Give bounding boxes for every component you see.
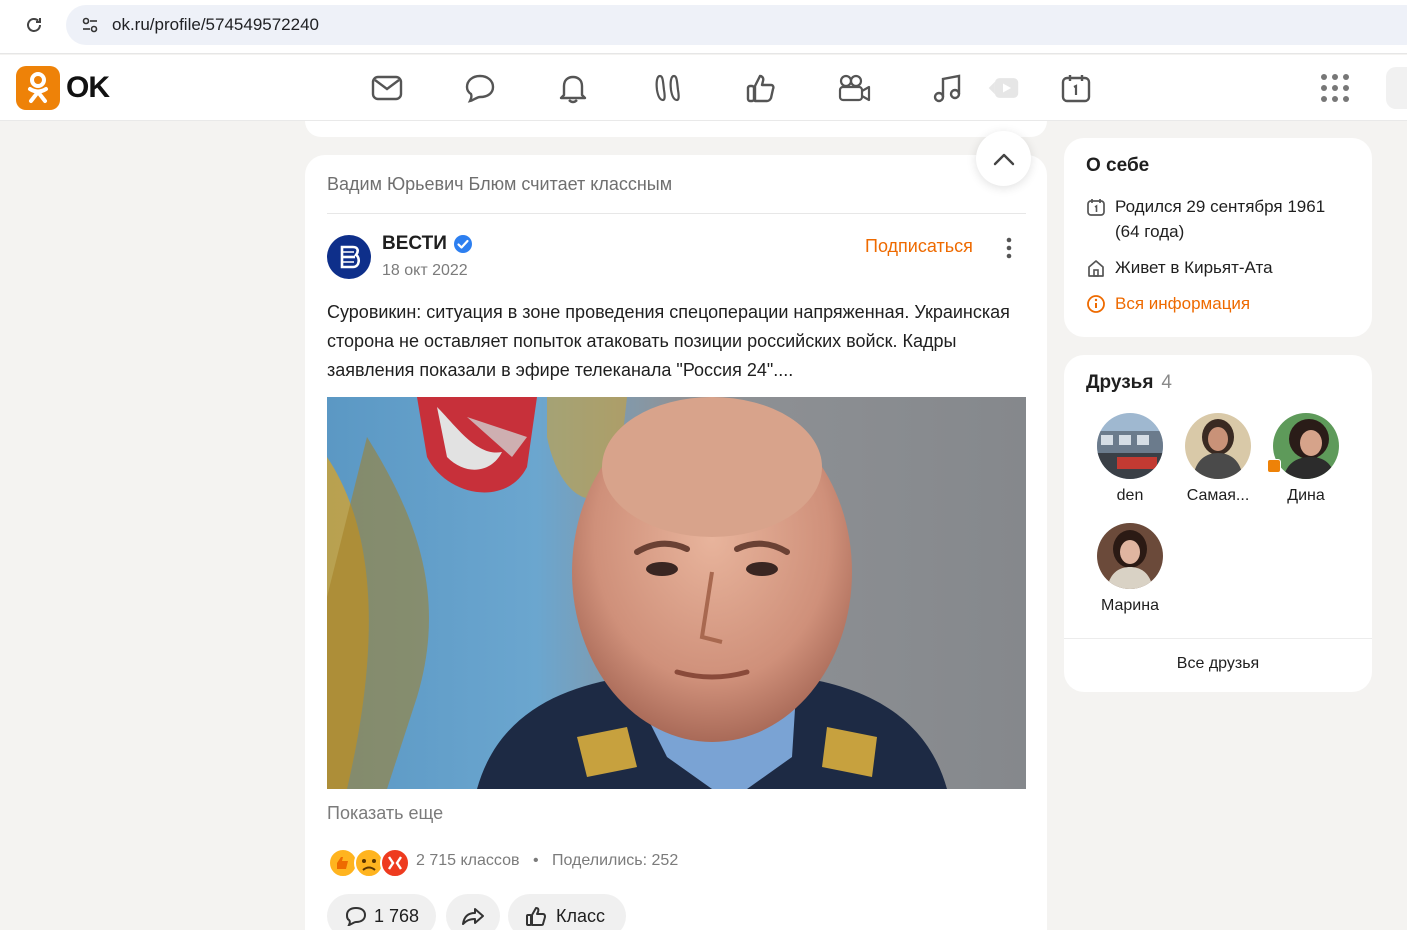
verified-badge-icon (453, 234, 473, 254)
share-button[interactable] (446, 894, 500, 930)
post-stats: 2 715 классов • Поделились: 252 (416, 852, 678, 870)
info-icon (1087, 295, 1105, 313)
friend-avatar[interactable] (1185, 413, 1251, 479)
friends-count: 4 (1161, 372, 1172, 393)
birth-info: Родился 29 сентября 1961 (64 года) (1086, 194, 1325, 244)
ok-logo[interactable]: OK (16, 66, 110, 110)
bell-icon[interactable] (556, 71, 590, 105)
reload-icon[interactable] (22, 13, 46, 37)
post-divider (327, 213, 1026, 214)
browser-toolbar: ok.ru/profile/574549572240 (0, 0, 1407, 54)
chevron-up-icon (993, 153, 1014, 165)
chat-icon[interactable] (463, 71, 497, 105)
age: (64 года) (1115, 222, 1185, 241)
friend-avatar[interactable] (1097, 413, 1163, 479)
thumbs-up-icon (526, 907, 546, 926)
post-image[interactable] (327, 397, 1026, 789)
birth-date: Родился 29 сентября 1961 (1115, 197, 1326, 216)
friend-item[interactable]: Дина (1262, 413, 1350, 505)
friend-photo (1273, 413, 1339, 479)
ok-logo-icon (16, 66, 60, 110)
friend-item[interactable]: Марина (1086, 523, 1174, 615)
home-icon (1088, 260, 1104, 277)
ok-logo-text: OK (66, 71, 110, 104)
friend-name[interactable]: Самая... (1174, 487, 1262, 505)
ok-badge-icon (1267, 459, 1281, 473)
all-info-link[interactable]: Вся информация (1086, 291, 1250, 316)
friend-photo (1185, 413, 1251, 479)
location-info: Живет в Кирьят-Ата (1086, 255, 1273, 280)
previous-post-card (305, 121, 1047, 137)
calendar-icon[interactable] (1059, 71, 1093, 105)
friend-photo (1097, 413, 1163, 479)
liked-by-text[interactable]: Вадим Юрьевич Блюм считает классным (327, 174, 672, 195)
subscribe-button[interactable]: Подписаться (865, 236, 973, 257)
comment-icon (345, 906, 367, 926)
all-info-label[interactable]: Вся информация (1115, 291, 1250, 316)
comments-count: 1 768 (374, 905, 420, 926)
class-label: Класс (556, 905, 605, 926)
friend-name[interactable]: Марина (1086, 597, 1174, 615)
friends-divider (1064, 638, 1372, 639)
video-camera-icon[interactable] (837, 71, 871, 105)
like-icon[interactable] (744, 71, 778, 105)
friend-name[interactable]: Дина (1262, 487, 1350, 505)
shares-count[interactable]: Поделились: 252 (552, 852, 678, 869)
feed-post-card: Вадим Юрьевич Блюм считает классным ВЕСТ… (305, 155, 1047, 930)
friend-item[interactable]: Самая... (1174, 413, 1262, 505)
lives-in: Живет в Кирьят-Ата (1115, 258, 1273, 277)
comments-button[interactable]: 1 768 (327, 894, 436, 930)
site-header: OK (0, 55, 1407, 121)
friend-name[interactable]: den (1086, 487, 1174, 505)
url-text[interactable]: ok.ru/profile/574549572240 (112, 15, 319, 35)
vesti-logo-icon (340, 245, 360, 269)
friends-title-text[interactable]: Друзья (1086, 372, 1153, 393)
guests-icon[interactable] (651, 71, 685, 105)
friends-title[interactable]: Друзья 4 (1086, 372, 1172, 394)
apps-grid-icon[interactable] (1320, 73, 1350, 103)
mail-icon[interactable] (370, 71, 404, 105)
more-menu-icon[interactable] (1000, 235, 1018, 261)
user-menu-button[interactable] (1386, 67, 1407, 109)
class-like-button[interactable]: Класс (508, 894, 626, 930)
friends-card: Друзья 4 den Самая... Дина Марина Все дру… (1064, 355, 1372, 692)
friend-item[interactable]: den (1086, 413, 1174, 505)
post-text[interactable]: Суровикин: ситуация в зоне проведения сп… (327, 298, 1027, 385)
site-settings-icon[interactable] (80, 15, 100, 35)
about-title: О себе (1086, 155, 1150, 176)
post-photo (327, 397, 1026, 789)
author-name[interactable]: ВЕСТИ (382, 233, 447, 255)
calendar-small-icon (1087, 199, 1105, 216)
post-date[interactable]: 18 окт 2022 (382, 262, 468, 280)
friend-avatar[interactable] (1097, 523, 1163, 589)
share-icon (462, 908, 484, 925)
friend-avatar[interactable] (1273, 413, 1339, 479)
stats-separator: • (532, 852, 539, 869)
show-more-link[interactable]: Показать еще (327, 803, 443, 824)
music-icon[interactable] (930, 71, 964, 105)
video-play-icon[interactable] (986, 71, 1020, 105)
friend-photo (1097, 523, 1163, 589)
address-bar[interactable]: ok.ru/profile/574549572240 (66, 5, 1407, 45)
author-avatar[interactable] (327, 235, 371, 279)
reactions-icon[interactable] (327, 847, 411, 879)
about-card: О себе Родился 29 сентября 1961 (64 года… (1064, 138, 1372, 337)
likes-count[interactable]: 2 715 классов (416, 852, 519, 869)
all-friends-link[interactable]: Все друзья (1064, 655, 1372, 673)
scroll-to-top-button[interactable] (976, 131, 1031, 186)
